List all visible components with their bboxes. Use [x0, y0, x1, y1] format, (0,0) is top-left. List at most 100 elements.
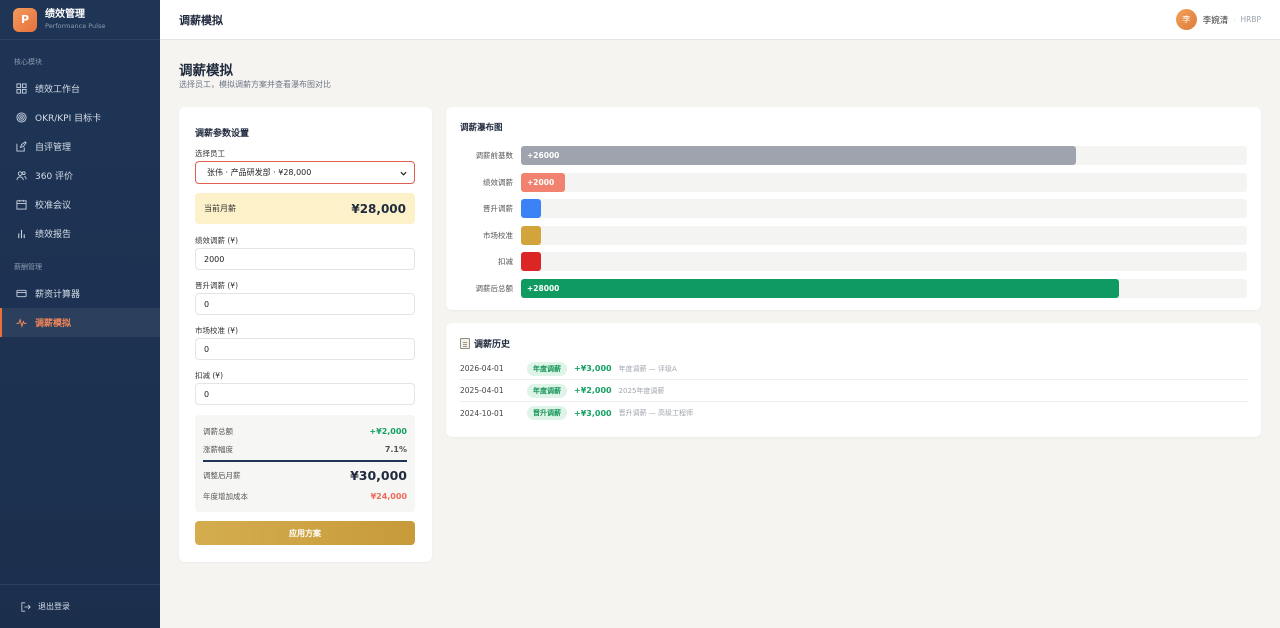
sidebar-item-salary-calculator[interactable]: 薪资计算器 [0, 279, 160, 308]
sidebar-item-label: OKR/KPI 目标卡 [35, 114, 102, 124]
history-note: 2025年度调薪 [618, 386, 665, 395]
deduction-input[interactable]: 0 [195, 383, 415, 405]
sidebar-item-okr[interactable]: OKR/KPI 目标卡 [0, 103, 160, 132]
waterfall-title: 调薪瀑布图 [460, 123, 503, 133]
history-row: 2025-04-01 年度调薪 +¥2,000 2025年度调薪 [460, 380, 1248, 402]
history-date: 2025-04-01 [460, 386, 504, 395]
memo-icon [460, 338, 470, 349]
grid-icon [16, 83, 27, 94]
waterfall-category-label: 调薪前基数 [475, 151, 514, 160]
avatar: 李 [1175, 9, 1197, 30]
summary-rate-label: 涨薪幅度 [203, 445, 233, 454]
sidebar-item-report[interactable]: 绩效报告 [0, 219, 160, 248]
summary-rate-value: 7.1% [384, 445, 407, 454]
waterfall-row: 市场校准 [446, 225, 1261, 245]
performance-raise-input[interactable]: 2000 [195, 248, 415, 270]
summary-divider [203, 460, 407, 462]
waterfall-category-label: 调薪后总额 [475, 284, 514, 293]
brand-title: 绩效管理 [45, 9, 85, 21]
waterfall-track: +2000 [521, 172, 1247, 192]
user-separator: · [1233, 15, 1236, 24]
history-date: 2026-04-01 [460, 364, 504, 373]
history-title: 调薪历史 [474, 340, 511, 350]
sidebar-section-comp: 薪酬管理 [14, 263, 42, 271]
edit-icon [16, 141, 27, 152]
waterfall-category-label: 绩效调薪 [483, 177, 513, 187]
apply-button[interactable]: 应用方案 [195, 521, 415, 545]
waterfall-track [521, 199, 1247, 219]
performance-raise-label: 绩效调薪 (¥) [195, 236, 239, 245]
user-menu[interactable]: 李 李婉清 · HRBP [1175, 9, 1261, 30]
summary-total-row: 调薪总额 +¥2,000 [203, 426, 407, 437]
market-adjust-label: 市场校准 (¥) [195, 326, 239, 335]
sidebar-section-core: 核心模块 [14, 58, 42, 66]
employee-label: 选择员工 [195, 149, 225, 158]
sidebar-item-self-review[interactable]: 自评管理 [0, 132, 160, 161]
summary-rate-row: 涨薪幅度 7.1% [203, 444, 407, 455]
employee-select-value: 张伟 · 产品研发部 · ¥28,000 [207, 168, 312, 177]
waterfall-card: 调薪瀑布图 调薪前基数 +26000 绩效调薪 +2000 晋升调薪市场校准扣减调薪后总… [446, 107, 1261, 310]
waterfall-row: 调薪后总额 +28000 [446, 279, 1261, 298]
pulse-icon [16, 317, 27, 328]
params-title: 调薪参数设置 [195, 129, 250, 139]
waterfall-bar [521, 252, 541, 272]
waterfall-category-label: 晋升调薪 [483, 204, 513, 214]
promotion-raise-label: 晋升调薪 (¥) [195, 281, 239, 290]
waterfall-category-label: 扣减 [498, 257, 513, 267]
sidebar-item-salary-simulation[interactable]: 调薪模拟 [0, 308, 160, 337]
history-header: 调薪历史 [460, 337, 510, 350]
deduction-label: 扣减 (¥) [195, 371, 224, 380]
history-amount: +¥2,000 [574, 386, 612, 395]
history-amount: +¥3,000 [574, 408, 612, 418]
promotion-raise-input[interactable]: 0 [195, 293, 415, 315]
brand: P 绩效管理 Performance Pulse [0, 0, 160, 40]
history-tag: 年度调薪 [527, 361, 567, 376]
waterfall-row: 扣减 [446, 252, 1261, 272]
current-salary-label: 当前月薪 [204, 204, 236, 213]
summary-new-row: 调整后月薪 ¥30,000 [203, 468, 407, 483]
sidebar-item-dashboard[interactable]: 绩效工作台 [0, 74, 160, 103]
summary-cost-row: 年度增加成本 ¥24,000 [203, 491, 407, 502]
topbar-title: 调薪模拟 [179, 13, 223, 27]
history-row: 2026-04-01 年度调薪 +¥3,000 年度调薪 — 评级A [460, 358, 1248, 380]
waterfall-row: 晋升调薪 [446, 199, 1261, 219]
sidebar-item-360[interactable]: 360 评价 [0, 161, 160, 190]
brand-subtitle: Performance Pulse [45, 21, 106, 30]
current-salary-box: 当前月薪 ¥28,000 [195, 193, 415, 224]
history-date: 2024-10-01 [460, 408, 504, 418]
waterfall-track: +28000 [521, 279, 1247, 298]
sidebar-item-label: 360 评价 [35, 172, 74, 182]
history-note: 晋升调薪 — 高级工程师 [618, 409, 694, 417]
page-title: 调薪模拟 [179, 63, 233, 79]
sidebar-item-label: 绩效工作台 [35, 85, 81, 95]
history-row: 2024-10-01 晋升调薪 +¥3,000 晋升调薪 — 高级工程师 [460, 402, 1248, 424]
summary-total-label: 调薪总额 [203, 427, 233, 436]
params-card: 调薪参数设置 选择员工 张伟 · 产品研发部 · ¥28,000 当前月薪 ¥2… [179, 107, 432, 562]
summary-cost-value: ¥24,000 [370, 492, 407, 501]
summary-new-label: 调整后月薪 [203, 471, 241, 480]
chevron-down-icon [400, 171, 407, 176]
summary-box: 调薪总额 +¥2,000 涨薪幅度 7.1% 调整后月薪 ¥30,000 年度增… [195, 415, 415, 512]
calendar-icon [16, 199, 27, 210]
card-icon [16, 288, 27, 299]
waterfall-bar: +28000 [521, 279, 1119, 298]
waterfall-bar [521, 225, 541, 245]
user-name: 李婉清 [1202, 15, 1229, 26]
market-adjust-input[interactable]: 0 [195, 338, 415, 360]
history-card: 调薪历史 2026-04-01 年度调薪 +¥3,000 年度调薪 — 评级A … [446, 323, 1261, 437]
sidebar-item-calibration[interactable]: 校准会议 [0, 190, 160, 219]
sidebar: P 绩效管理 Performance Pulse 核心模块 绩效工作台 OKR/… [0, 0, 160, 628]
logout-button[interactable]: 退出登录 [0, 584, 160, 628]
page-subtitle: 选择员工，模拟调薪方案并查看瀑布图对比 [179, 80, 331, 89]
waterfall-bar [521, 199, 541, 219]
logout-icon [21, 601, 31, 612]
history-note: 年度调薪 — 评级A [618, 364, 677, 373]
employee-select[interactable]: 张伟 · 产品研发部 · ¥28,000 [195, 161, 415, 184]
sidebar-item-label: 薪资计算器 [35, 290, 81, 300]
waterfall-bar: +26000 [521, 146, 1077, 165]
waterfall-track [521, 252, 1247, 272]
sidebar-item-label: 自评管理 [35, 143, 72, 153]
sidebar-item-label: 调薪模拟 [35, 319, 72, 329]
waterfall-row: 绩效调薪 +2000 [446, 172, 1261, 192]
sidebar-item-label: 绩效报告 [35, 230, 72, 240]
